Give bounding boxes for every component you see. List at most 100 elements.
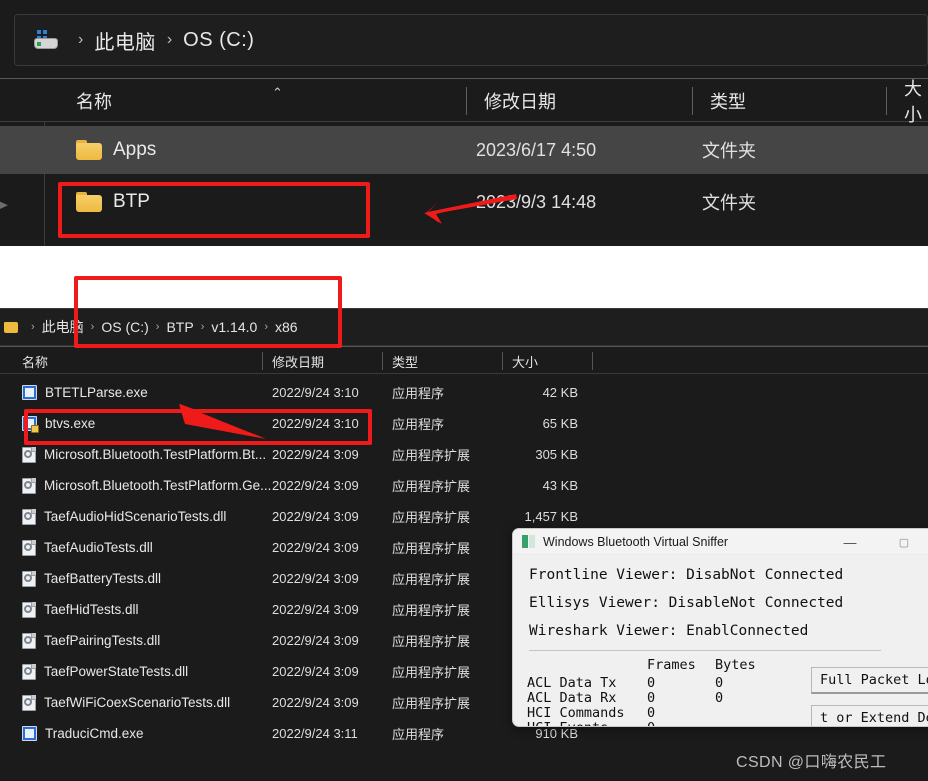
file-name: BTETLParse.exe [45, 385, 148, 400]
column-divider[interactable] [466, 87, 467, 115]
exe-icon [22, 726, 37, 741]
row-name-cell[interactable]: TaefWiFiCoexScenarioTests.dll [22, 694, 230, 711]
dll-icon [22, 694, 36, 711]
file-name: TaefPairingTests.dll [44, 633, 161, 648]
row-type-cell: 文件夹 [702, 141, 756, 161]
this-pc-icon [33, 29, 59, 51]
row-name-cell[interactable]: TaefAudioTests.dll [22, 539, 153, 556]
minimize-button[interactable]: — [831, 529, 869, 555]
arrow-to-btvs-exe [179, 404, 266, 439]
row-name-cell[interactable]: Microsoft.Bluetooth.TestPlatform.Ge... [22, 477, 272, 494]
column-divider[interactable] [382, 352, 383, 370]
stat-bytes-acl-rx: 0 [715, 690, 724, 706]
row-size-cell: 305 KB [535, 447, 578, 462]
row-date-cell: 2022/9/24 3:09 [272, 447, 359, 462]
stat-bytes-acl-tx: 0 [715, 675, 724, 691]
file-name: TaefPowerStateTests.dll [44, 664, 189, 679]
stat-frames-hci-events: 0 [647, 720, 655, 726]
stat-label-acl-tx: ACL Data Tx [527, 675, 617, 691]
dll-icon [22, 508, 36, 525]
bluetooth-virtual-sniffer-window[interactable]: Windows Bluetooth Virtual Sniffer — ▢ Fr… [512, 528, 928, 727]
row-type-cell: 应用程序扩展 [392, 603, 471, 618]
ellisys-viewer-status: Ellisys Viewer: DisableNot Connected [529, 595, 844, 611]
full-packet-logging-button[interactable]: Full Packet Logg [811, 667, 928, 694]
column-header-size[interactable]: 大小 [890, 79, 928, 125]
breadcrumb-separator: › [166, 31, 173, 48]
column-divider[interactable] [886, 87, 887, 115]
window-title: Windows Bluetooth Virtual Sniffer [543, 534, 729, 549]
row-date-cell: 2022/9/24 3:09 [272, 602, 359, 617]
column-divider[interactable] [692, 87, 693, 115]
screenshot-root: › 此电脑 › OS (C:) ➤ ➤ ➤ 名称 修改日期 类型 大小 ⌃ [0, 0, 928, 781]
stat-label-hci-commands: HCI Commands [527, 705, 625, 721]
row-name-cell[interactable]: BTETLParse.exe [22, 385, 148, 400]
row-size-cell: 65 KB [542, 416, 578, 431]
column-header-name[interactable]: 名称 [14, 347, 48, 375]
stat-frames-acl-tx: 0 [647, 675, 656, 691]
breadcrumb-this-pc[interactable]: 此电脑 [94, 26, 156, 55]
row-type-cell: 应用程序扩展 [392, 541, 471, 556]
wireshark-viewer-status: Wireshark Viewer: EnablConnected [529, 623, 809, 639]
dll-icon [22, 632, 36, 649]
column-divider[interactable] [592, 352, 593, 370]
sort-ascending-icon: ⌃ [272, 85, 283, 100]
extend-debug-button[interactable]: t or Extend Debu [811, 705, 928, 726]
row-date-cell: 2022/9/24 3:09 [272, 695, 359, 710]
file-name: Microsoft.Bluetooth.TestPlatform.Ge... [44, 478, 272, 493]
file-name: TaefHidTests.dll [44, 602, 139, 617]
highlight-btp-folder [58, 182, 370, 238]
sniffer-title-bar[interactable]: Windows Bluetooth Virtual Sniffer — ▢ [513, 529, 928, 555]
row-size-cell: 1,457 KB [524, 509, 579, 524]
breadcrumb-separator: › [78, 31, 84, 48]
frontline-viewer-status: Frontline Viewer: DisabNot Connected [529, 567, 844, 583]
column-header-type[interactable]: 类型 [696, 79, 746, 123]
csdn-watermark: CSDN @口嗨农民工 [736, 754, 887, 771]
row-size-cell: 42 KB [542, 385, 578, 400]
row-name-cell[interactable]: TaefHidTests.dll [22, 601, 139, 618]
dll-icon [22, 663, 36, 680]
column-header-type[interactable]: 类型 [384, 347, 418, 375]
maximize-button[interactable]: ▢ [885, 529, 923, 555]
row-type-cell: 应用程序扩展 [392, 448, 471, 463]
column-header-row-top: 名称 修改日期 类型 大小 ⌃ [0, 78, 928, 125]
address-bar-top[interactable]: › 此电脑 › OS (C:) [14, 14, 928, 66]
row-name-cell[interactable]: TaefAudioHidScenarioTests.dll [22, 508, 227, 525]
column-header-size[interactable]: 大小 [504, 347, 538, 375]
file-name: TaefAudioHidScenarioTests.dll [44, 509, 227, 524]
column-header-name[interactable]: 名称 [62, 79, 112, 123]
row-name-cell[interactable]: TraduciCmd.exe [22, 726, 144, 741]
row-date-cell: 2022/9/24 3:09 [272, 478, 359, 493]
column-divider[interactable] [502, 352, 503, 370]
dll-icon [22, 601, 36, 618]
row-date-cell: 2022/9/24 3:10 [272, 385, 359, 400]
column-header-date[interactable]: 修改日期 [470, 79, 556, 123]
row-date-cell: 2022/9/24 3:09 [272, 571, 359, 586]
sniffer-app-icon [522, 535, 535, 548]
breadcrumb-os-c[interactable]: OS (C:) [183, 29, 254, 52]
stats-header-frames: Frames [647, 657, 696, 673]
table-row[interactable]: BTETLParse.exe 2022/9/24 3:10 应用程序 42 KB [0, 377, 928, 408]
row-name-cell[interactable]: Microsoft.Bluetooth.TestPlatform.Bt... [22, 446, 266, 463]
folder-icon [76, 140, 102, 160]
stat-label-acl-rx: ACL Data Rx [527, 690, 617, 706]
column-header-row-bottom: 名称 修改日期 类型 大小 [0, 346, 928, 374]
row-type-cell: 应用程序 [392, 417, 445, 432]
row-name-cell[interactable]: Apps [76, 139, 156, 161]
row-size-cell: 910 KB [535, 726, 578, 741]
row-type-cell: 应用程序 [392, 727, 445, 742]
column-divider[interactable] [262, 352, 263, 370]
row-name-cell[interactable]: TaefPowerStateTests.dll [22, 663, 189, 680]
column-header-date[interactable]: 修改日期 [264, 347, 324, 375]
table-row[interactable]: Microsoft.Bluetooth.TestPlatform.Ge... 20… [0, 470, 928, 501]
row-name-cell[interactable]: TaefBatteryTests.dll [22, 570, 161, 587]
row-type-cell: 应用程序 [392, 386, 445, 401]
stat-frames-acl-rx: 0 [647, 690, 656, 706]
table-row[interactable]: Apps 2023/6/17 4:50 文件夹 [0, 126, 928, 174]
row-date-cell: 2022/9/24 3:09 [272, 540, 359, 555]
arrow-to-btp-folder [424, 194, 518, 224]
stat-frames-hci-commands: 0 [647, 705, 656, 721]
row-date-cell: 2023/6/17 4:50 [476, 139, 597, 160]
dll-icon [22, 539, 36, 556]
row-name-cell[interactable]: TaefPairingTests.dll [22, 632, 161, 649]
row-date-cell: 2022/9/24 3:11 [272, 726, 358, 741]
